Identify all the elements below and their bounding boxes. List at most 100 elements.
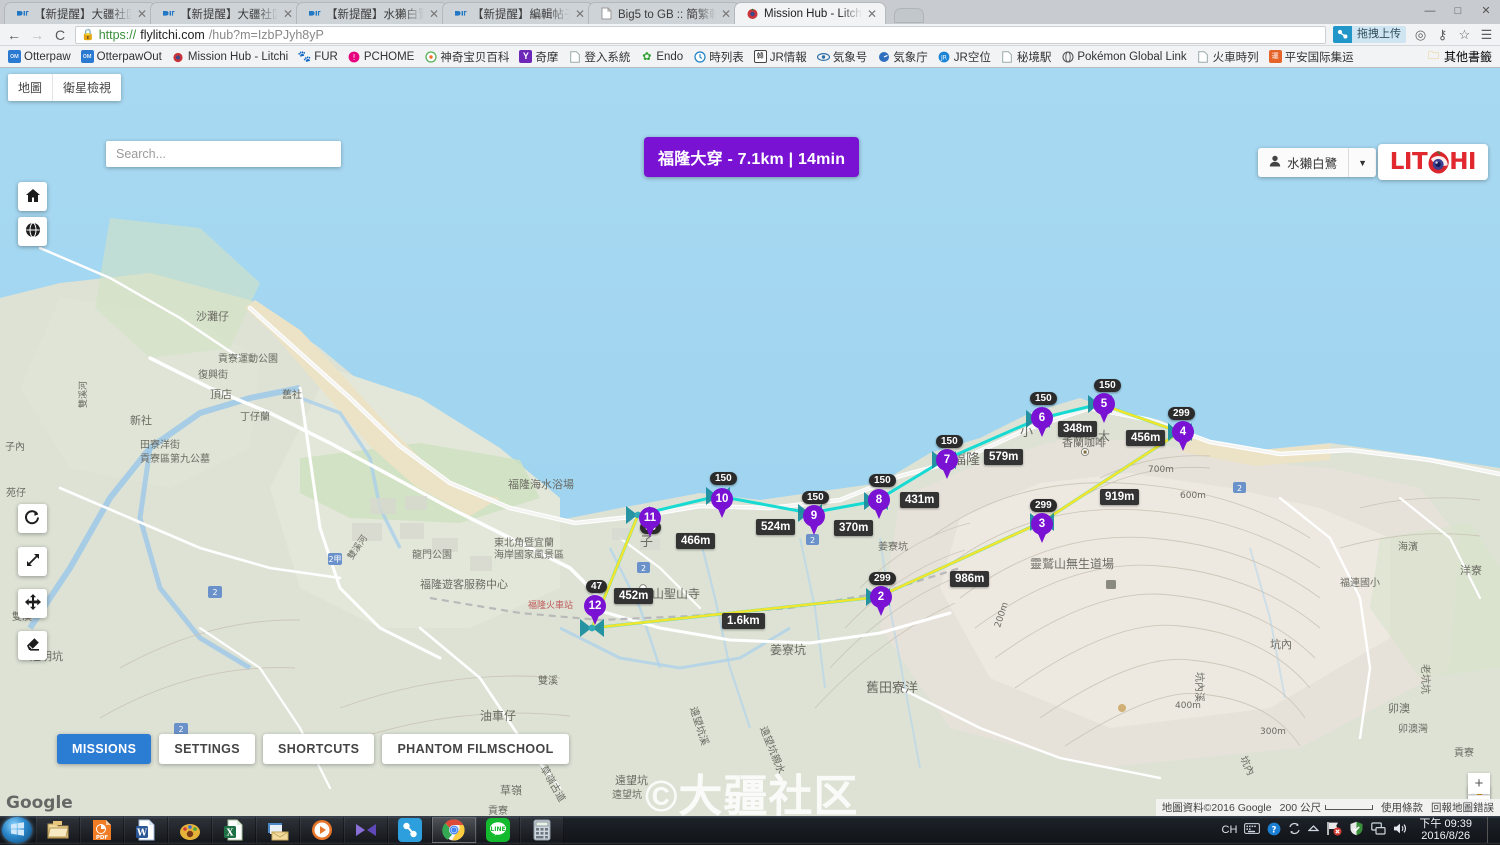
target-icon[interactable]: ◎ bbox=[1413, 27, 1428, 43]
map-canvas[interactable]: 2甲 2 2 2 2 2 沙灘仔 貢寮運動公園 頂店 新社 丁仔蘭 舊社 復興街… bbox=[0, 68, 1500, 816]
new-tab-button[interactable] bbox=[894, 8, 924, 23]
sync-icon[interactable] bbox=[1288, 822, 1301, 838]
bookmark-item[interactable]: ✿Endo bbox=[636, 49, 687, 64]
waypoint-marker-6[interactable]: 6 bbox=[1031, 407, 1053, 437]
litchi-logo[interactable]: LIT HI bbox=[1378, 144, 1488, 180]
waypoint-marker-7[interactable]: 7 bbox=[936, 449, 958, 479]
search-input[interactable] bbox=[116, 147, 331, 161]
browser-tab[interactable]: Big5 to GB :: 簡繁轉換 ✕ bbox=[588, 2, 740, 24]
bookmark-item[interactable]: 🐾FUR bbox=[294, 49, 342, 64]
back-icon[interactable]: ← bbox=[6, 28, 22, 42]
waypoint-marker-4[interactable]: 4 bbox=[1172, 421, 1194, 451]
bookmark-item[interactable]: омOtterpaw bbox=[4, 49, 75, 64]
taskbar-item-baidu[interactable] bbox=[388, 817, 432, 843]
browser-tab-active[interactable]: Mission Hub - Litchi ✕ bbox=[734, 2, 886, 24]
waypoint-marker-12[interactable]: 12 bbox=[584, 595, 606, 625]
taskbar-item-mail[interactable] bbox=[256, 817, 300, 843]
rotate-button[interactable] bbox=[18, 504, 47, 533]
taskbar-item-chrome[interactable] bbox=[432, 817, 476, 843]
keyboard-icon[interactable] bbox=[1244, 823, 1260, 837]
browser-tab[interactable]: 【新提醒】大疆社区 ✕ bbox=[150, 2, 302, 24]
bookmark-item[interactable]: 火車時列 bbox=[1193, 48, 1263, 66]
maximize-button[interactable]: □ bbox=[1444, 0, 1472, 22]
taskbar-item-media-player[interactable] bbox=[300, 817, 344, 843]
terms-link[interactable]: 使用條款 bbox=[1381, 800, 1423, 815]
tab-close-icon[interactable]: ✕ bbox=[429, 8, 441, 20]
bookmark-item[interactable]: 登入系統 bbox=[564, 48, 634, 66]
ime-indicator[interactable]: CH bbox=[1222, 824, 1238, 836]
volume-icon[interactable] bbox=[1393, 822, 1408, 838]
chevron-up-icon[interactable] bbox=[1308, 824, 1319, 836]
menu-icon[interactable]: ☰ bbox=[1479, 27, 1494, 43]
other-bookmarks[interactable]: 🗀 其他書籤 bbox=[1427, 48, 1496, 65]
shield-icon[interactable] bbox=[1349, 821, 1364, 839]
waypoint-marker-9[interactable]: 9 bbox=[803, 505, 825, 535]
bookmark-item[interactable]: Pokémon Global Link bbox=[1057, 49, 1190, 64]
report-error-link[interactable]: 回報地圖錯誤 bbox=[1431, 800, 1494, 815]
map-type-satellite[interactable]: 衛星檢視 bbox=[52, 74, 121, 101]
key-icon[interactable]: ⚷ bbox=[1435, 27, 1450, 43]
move-button[interactable] bbox=[18, 589, 47, 618]
browser-tab[interactable]: 【新提醒】水獺白鷺的空 ✕ bbox=[296, 2, 448, 24]
bookmark-item[interactable]: 韓JR情報 bbox=[750, 48, 811, 66]
forward-icon[interactable]: → bbox=[29, 28, 45, 42]
bookmark-item[interactable]: Mission Hub - Litchi bbox=[168, 49, 292, 64]
taskbar-item-line[interactable]: LINE bbox=[476, 817, 520, 843]
zoom-in-button[interactable]: + bbox=[1468, 773, 1490, 794]
resize-button[interactable] bbox=[18, 547, 47, 576]
browser-tab[interactable]: 【新提醒】編輯帖子 - Lit ✕ bbox=[442, 2, 594, 24]
user-dropdown-button[interactable]: ▼ bbox=[1348, 148, 1376, 177]
waypoint-marker-11[interactable]: 11 bbox=[639, 507, 661, 537]
minimize-button[interactable]: — bbox=[1416, 0, 1444, 22]
bookmark-item[interactable]: омOtterpawOut bbox=[77, 49, 166, 64]
taskbar-item-explorer[interactable] bbox=[36, 817, 80, 843]
tab-close-icon[interactable]: ✕ bbox=[283, 8, 295, 20]
address-bar[interactable]: 🔒 https://flylitchi.com/hub?m=IzbPJyh8yP bbox=[75, 26, 1326, 44]
waypoint-marker-10[interactable]: 10 bbox=[711, 488, 733, 518]
waypoint-marker-3[interactable]: 3 bbox=[1031, 513, 1053, 543]
bookmark-item[interactable]: !PCHOME bbox=[344, 49, 418, 64]
taskbar-item-paint[interactable] bbox=[168, 817, 212, 843]
help-icon[interactable]: ? bbox=[1267, 822, 1281, 839]
tab-close-icon[interactable]: ✕ bbox=[137, 8, 149, 20]
show-desktop-button[interactable] bbox=[1487, 817, 1496, 843]
map-type-toggle[interactable]: 地圖 衛星檢視 bbox=[8, 74, 121, 101]
browser-tab[interactable]: 【新提醒】大疆社区 ✕ bbox=[4, 2, 156, 24]
user-button[interactable]: 水獺白鷺 bbox=[1258, 148, 1348, 177]
tab-close-icon[interactable]: ✕ bbox=[721, 8, 733, 20]
tab-close-icon[interactable]: ✕ bbox=[575, 8, 587, 20]
waypoint-marker-5[interactable]: 5 bbox=[1093, 393, 1115, 423]
taskbar-item-excel[interactable]: X bbox=[212, 817, 256, 843]
map-type-map[interactable]: 地圖 bbox=[8, 74, 52, 101]
bookmark-item[interactable]: JRJR空位 bbox=[934, 48, 995, 66]
taskbar-item-pdf[interactable]: PDF bbox=[80, 817, 124, 843]
bookmark-item[interactable]: 時列表 bbox=[689, 48, 748, 66]
tab-close-icon[interactable]: ✕ bbox=[867, 8, 879, 20]
tab-settings[interactable]: SETTINGS bbox=[159, 734, 255, 764]
reload-icon[interactable]: C bbox=[52, 28, 68, 42]
taskbar-item-word[interactable]: W bbox=[124, 817, 168, 843]
tab-shortcuts[interactable]: SHORTCUTS bbox=[263, 734, 374, 764]
taskbar-item-calculator[interactable] bbox=[520, 817, 564, 843]
bookmark-item[interactable]: Y奇摩 bbox=[515, 48, 562, 66]
waypoint-marker-2[interactable]: 2 bbox=[870, 586, 892, 616]
upload-extension-button[interactable]: 拖拽上传 bbox=[1333, 26, 1406, 43]
bookmark-item[interactable]: 運平安国际集运 bbox=[1265, 48, 1358, 66]
eraser-button[interactable] bbox=[18, 631, 47, 660]
waypoint-marker-8[interactable]: 8 bbox=[868, 489, 890, 519]
tab-missions[interactable]: MISSIONS bbox=[57, 734, 151, 764]
bookmark-item[interactable]: 神奇宝贝百科 bbox=[420, 48, 513, 66]
flag-error-icon[interactable] bbox=[1326, 821, 1342, 839]
bookmark-item[interactable]: 気象庁 bbox=[873, 48, 932, 66]
close-window-button[interactable]: ✕ bbox=[1472, 0, 1500, 22]
home-button[interactable] bbox=[18, 182, 47, 211]
start-button[interactable] bbox=[2, 817, 32, 843]
bookmark-item[interactable]: 秘境駅 bbox=[997, 48, 1056, 66]
user-menu[interactable]: 水獺白鷺 ▼ bbox=[1258, 148, 1376, 177]
search-box[interactable] bbox=[106, 141, 341, 167]
bookmark-item[interactable]: 気象号 bbox=[813, 48, 872, 66]
star-icon[interactable]: ☆ bbox=[1457, 27, 1472, 43]
taskbar-item-movie-maker[interactable] bbox=[344, 817, 388, 843]
tab-phantom-filmschool[interactable]: PHANTOM FILMSCHOOL bbox=[382, 734, 568, 764]
mission-title[interactable]: 福隆大穿 - 7.1km | 14min bbox=[644, 137, 859, 177]
